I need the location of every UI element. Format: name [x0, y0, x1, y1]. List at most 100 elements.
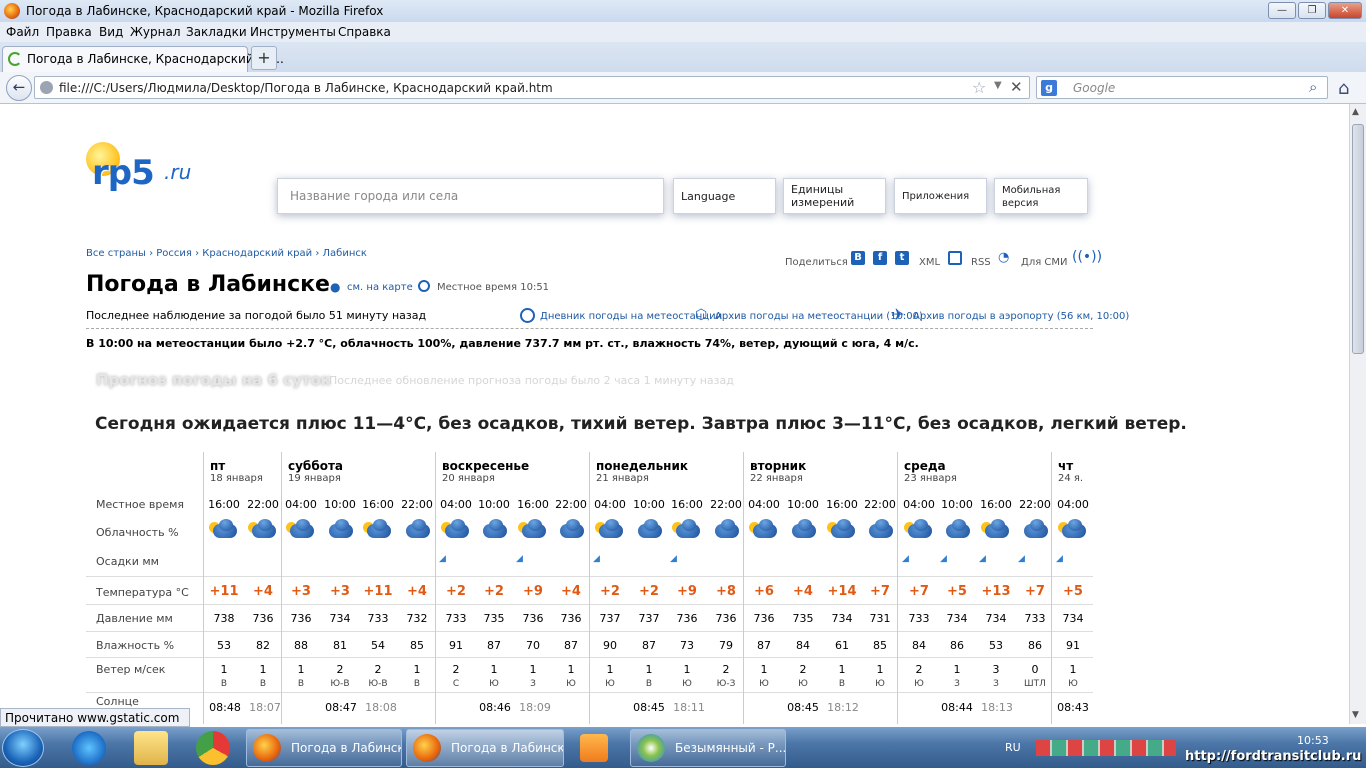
widget-icon[interactable]: [948, 251, 962, 265]
pressure-cell: 731: [869, 612, 891, 625]
time-cell: 04:00: [1057, 498, 1089, 511]
chrome-icon[interactable]: [196, 731, 230, 765]
site-logo[interactable]: rp5: [92, 153, 155, 193]
forecast-title[interactable]: Прогноз погоды на 6 суток: [96, 371, 331, 389]
apps-button[interactable]: Приложения: [894, 178, 987, 214]
page-scrollbar[interactable]: ▲ ▼: [1349, 104, 1366, 724]
cloud-icon: [325, 518, 355, 540]
city-search-input[interactable]: Название города или села: [277, 178, 664, 214]
explorer-icon[interactable]: [134, 731, 168, 765]
language-button[interactable]: Language: [673, 178, 776, 214]
temperature-cell: +5: [947, 584, 967, 599]
menu-file[interactable]: Файл: [6, 25, 39, 39]
wind-direction-cell: В: [297, 679, 305, 689]
units-button[interactable]: Единицы измерений: [783, 178, 886, 214]
temperature-cell: +4: [407, 584, 427, 599]
maximize-button[interactable]: ❐: [1298, 2, 1326, 19]
wind-speed-cell: 2: [799, 663, 807, 676]
time-cell: 10:00: [787, 498, 819, 511]
start-button[interactable]: [2, 729, 44, 767]
rain-drop-icon: ◢: [1018, 554, 1025, 564]
time-cell: 04:00: [285, 498, 317, 511]
humidity-cell: 84: [796, 639, 810, 652]
menu-bar: Файл Правка Вид Журнал Закладки Инструме…: [0, 22, 1366, 42]
minimize-button[interactable]: —: [1268, 2, 1296, 19]
scroll-up-icon[interactable]: ▲: [1352, 107, 1359, 117]
airport-archive-link[interactable]: Архив погоды в аэропорту (56 км, 10:00): [913, 311, 1129, 322]
pressure-cell: 734: [1062, 612, 1084, 625]
xml-link[interactable]: XML: [919, 257, 940, 268]
media-link[interactable]: Для СМИ: [1021, 257, 1068, 268]
pressure-cell: 733: [445, 612, 467, 625]
home-icon[interactable]: ⌂: [1338, 78, 1349, 99]
wind-direction-cell: В: [220, 679, 228, 689]
rss-link[interactable]: RSS: [971, 257, 991, 268]
wind-direction-cell: Ю: [605, 679, 615, 689]
menu-tools[interactable]: Инструменты: [250, 25, 336, 39]
row-label-pressure: Давление мм: [96, 612, 173, 625]
taskbar-paint[interactable]: Безымянный - Р...: [630, 729, 786, 767]
wind-speed-cell: 0: [1031, 663, 1039, 676]
wind-direction-cell: З: [993, 679, 999, 689]
wind-speed-cell: 1: [490, 663, 498, 676]
mobile-version-button[interactable]: Мобильная версия: [994, 178, 1088, 214]
cloud-icon: [711, 518, 741, 540]
taskbar-firefox-2[interactable]: Погода в Лабинске...: [406, 729, 564, 767]
language-indicator[interactable]: RU: [1005, 741, 1021, 754]
new-tab-button[interactable]: +: [251, 46, 277, 70]
facebook-share-icon[interactable]: f: [873, 251, 887, 265]
url-bar[interactable]: file:///C:/Users/Людмила/Desktop/Погода …: [34, 76, 1030, 99]
menu-bookmarks[interactable]: Закладки: [186, 25, 247, 39]
pressure-cell: 735: [792, 612, 814, 625]
wind-direction-cell: Ю: [489, 679, 499, 689]
time-cell: 22:00: [864, 498, 896, 511]
search-bar[interactable]: g Google ⌕: [1036, 76, 1328, 99]
diary-icon: [520, 308, 535, 323]
menu-edit[interactable]: Правка: [46, 25, 92, 39]
sun-time-cell: 18:11: [673, 701, 705, 714]
bookmark-star-icon[interactable]: ☆: [972, 78, 986, 97]
tab-active[interactable]: Погода в Лабинске, Краснодарский кр...: [2, 46, 284, 72]
scroll-thumb[interactable]: [1352, 124, 1364, 354]
rain-drop-icon: ◢: [516, 554, 523, 564]
time-cell: 16:00: [517, 498, 549, 511]
taskbar-firefox-1[interactable]: Погода в Лабинске...: [246, 729, 402, 767]
temperature-cell: +4: [793, 584, 813, 599]
wind-direction-cell: Ю: [566, 679, 576, 689]
stop-icon[interactable]: ✕: [1010, 78, 1023, 96]
humidity-cell: 87: [564, 639, 578, 652]
cloud-icon: [904, 518, 934, 540]
wind-direction-cell: В: [838, 679, 846, 689]
vk-share-icon[interactable]: B: [851, 251, 865, 265]
ie-icon[interactable]: [72, 731, 106, 765]
menu-help[interactable]: Справка: [338, 25, 391, 39]
breadcrumb[interactable]: Все страны › Россия › Краснодарский край…: [86, 248, 367, 259]
history-dropdown-icon[interactable]: ▼: [994, 80, 1002, 91]
back-button[interactable]: ←: [6, 75, 32, 101]
globe-icon: [40, 81, 53, 94]
humidity-cell: 91: [1066, 639, 1080, 652]
time-cell: 10:00: [633, 498, 665, 511]
media-player-icon[interactable]: [580, 734, 608, 762]
clock[interactable]: 10:53: [1297, 734, 1329, 747]
cloud-icon: [518, 518, 548, 540]
search-icon[interactable]: ⌕: [1309, 78, 1317, 96]
menu-view[interactable]: Вид: [99, 25, 123, 39]
map-link[interactable]: см. на карте: [347, 282, 413, 293]
units-label: Единицы измерений: [791, 183, 855, 209]
temperature-cell: +8: [716, 584, 736, 599]
temperature-cell: +9: [523, 584, 543, 599]
broadcast-icon[interactable]: ((•)): [1072, 249, 1102, 265]
time-cell: 16:00: [208, 498, 240, 511]
google-icon[interactable]: g: [1041, 80, 1057, 96]
menu-history[interactable]: Журнал: [130, 25, 181, 39]
twitter-share-icon[interactable]: t: [895, 251, 909, 265]
sun-time-cell: 08:48: [209, 701, 241, 714]
scroll-down-icon[interactable]: ▼: [1352, 710, 1359, 720]
close-button[interactable]: ✕: [1328, 2, 1362, 19]
rss-icon[interactable]: ◔: [998, 250, 1009, 265]
tray-icons[interactable]: [1036, 740, 1176, 756]
tab-title: Погода в Лабинске, Краснодарский кр...: [27, 52, 284, 66]
pressure-cell: 734: [329, 612, 351, 625]
temperature-cell: +3: [291, 584, 311, 599]
